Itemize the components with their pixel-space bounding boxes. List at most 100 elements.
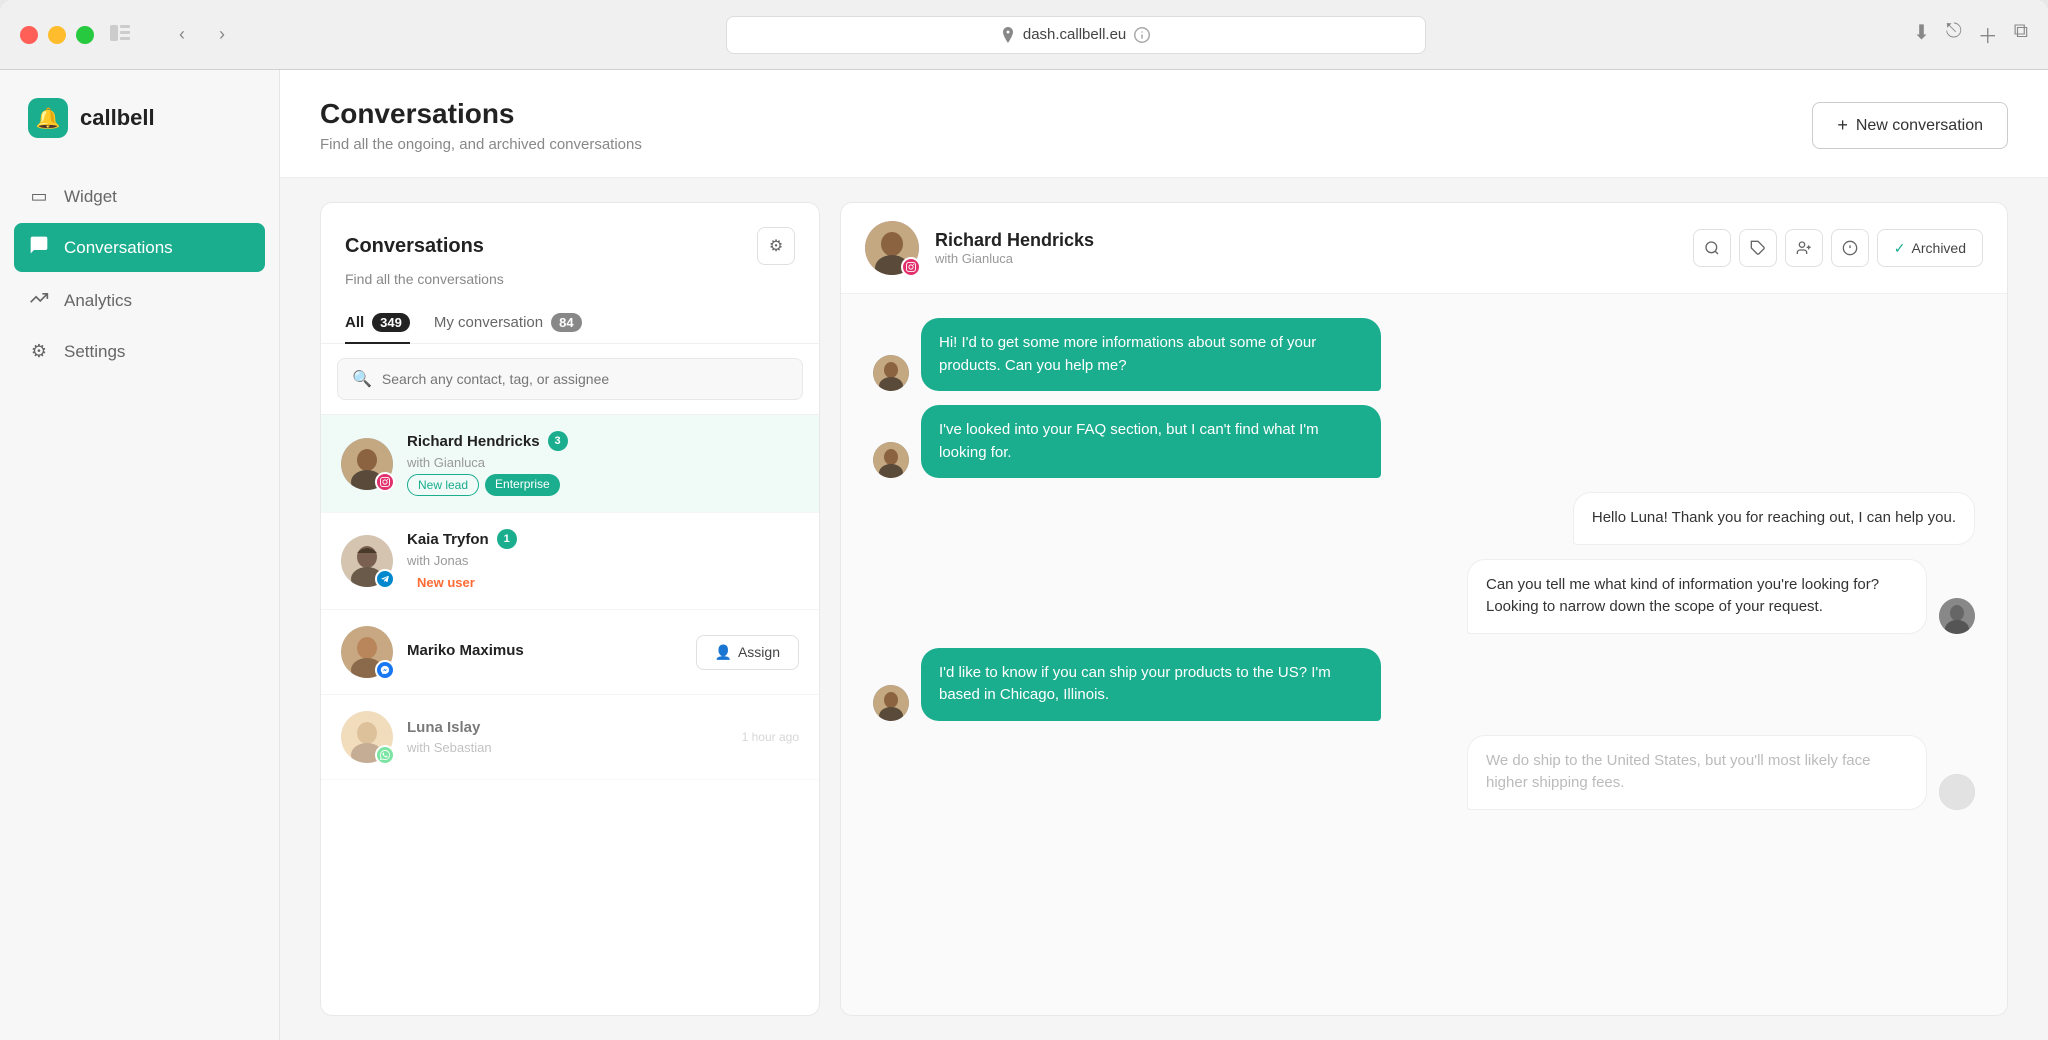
new-conversation-button[interactable]: + New conversation [1812, 102, 2008, 149]
conv-item-tags-richard: New lead Enterprise [407, 474, 799, 496]
message-row-m2: I've looked into your FAQ section, but I… [873, 405, 1975, 478]
page-header: Conversations Find all the ongoing, and … [280, 70, 2048, 178]
tab-my-count: 84 [551, 313, 581, 332]
tabs-icon[interactable]: ⧉ [2014, 20, 2028, 49]
message-row-m6: We do ship to the United States, but you… [873, 735, 1975, 810]
traffic-light-green[interactable] [76, 26, 94, 44]
archived-button[interactable]: ✓ Archived [1877, 229, 1983, 267]
conv-item-info-kaia: Kaia Tryfon 1 with Jonas New user [407, 529, 799, 593]
message-bubble-m2: I've looked into your FAQ section, but I… [921, 405, 1381, 478]
message-bubble-m5: I'd like to know if you can ship your pr… [921, 648, 1381, 721]
widget-icon: ▭ [28, 186, 50, 207]
page-subtitle: Find all the ongoing, and archived conve… [320, 136, 642, 153]
conv-item-richard[interactable]: Richard Hendricks 3 with Gianluca New le… [321, 415, 819, 513]
unread-badge-kaia: 1 [497, 529, 517, 549]
conv-panel-title: Conversations [345, 235, 484, 258]
conv-tabs: All 349 My conversation 84 [345, 303, 795, 344]
new-tab-icon[interactable]: ＋ [1978, 20, 1998, 49]
traffic-light-yellow[interactable] [48, 26, 66, 44]
assign-label: Assign [738, 644, 780, 660]
analytics-icon [28, 288, 50, 313]
back-button[interactable]: ‹ [166, 19, 198, 51]
conv-item-tags-kaia: New user [407, 572, 799, 593]
chat-messages: Hi! I'd to get some more informations ab… [841, 294, 2007, 1015]
chat-info-button[interactable] [1831, 229, 1869, 267]
msg-avatar-agent-2 [1939, 774, 1975, 810]
channel-badge-telegram [375, 569, 395, 589]
channel-badge-messenger [375, 660, 395, 680]
tab-my-label: My conversation [434, 314, 543, 331]
sidebar-item-analytics[interactable]: Analytics [14, 276, 265, 325]
conv-settings-button[interactable]: ⚙ [757, 227, 795, 265]
chat-assign-button[interactable] [1785, 229, 1823, 267]
conv-search: 🔍 [321, 344, 819, 415]
conv-item-info-richard: Richard Hendricks 3 with Gianluca New le… [407, 431, 799, 496]
tab-my-conversation[interactable]: My conversation 84 [434, 303, 582, 344]
tag-new-user: New user [407, 572, 485, 593]
message-row-m5: I'd like to know if you can ship your pr… [873, 648, 1975, 721]
new-conversation-label: New conversation [1856, 117, 1983, 135]
channel-badge-instagram [375, 472, 395, 492]
conv-item-kaia[interactable]: Kaia Tryfon 1 with Jonas New user [321, 513, 819, 610]
address-bar: dash.callbell.eu [726, 16, 1426, 54]
message-row-m1: Hi! I'd to get some more informations ab… [873, 318, 1975, 391]
chat-header-info: Richard Hendricks with Gianluca [935, 230, 1677, 266]
assign-button-mariko[interactable]: 👤 Assign [696, 635, 799, 670]
msg-avatar-user-2 [873, 442, 909, 478]
conv-item-name-richard: Richard Hendricks [407, 433, 540, 450]
sidebar-item-widget[interactable]: ▭ Widget [14, 174, 265, 219]
chat-tag-button[interactable] [1739, 229, 1777, 267]
conv-item-name-mariko: Mariko Maximus [407, 642, 524, 659]
avatar-wrap-richard [341, 438, 393, 490]
main-content: Conversations Find all the ongoing, and … [280, 70, 2048, 1040]
conv-panel-header: Conversations ⚙ Find all the conversatio… [321, 203, 819, 344]
chat-contact-sub: with Gianluca [935, 251, 1677, 266]
message-bubble-m1: Hi! I'd to get some more informations ab… [921, 318, 1381, 391]
message-bubble-m3: Hello Luna! Thank you for reaching out, … [1573, 492, 1975, 545]
message-row-m3: Hello Luna! Thank you for reaching out, … [873, 492, 1975, 545]
sidebar: 🔔 callbell ▭ Widget Conversations [0, 70, 280, 1040]
sidebar-item-label-settings: Settings [64, 342, 125, 362]
conv-item-info-luna: Luna Islay with Sebastian [407, 719, 728, 755]
tab-all-count: 349 [372, 313, 410, 332]
tab-all[interactable]: All 349 [345, 303, 410, 344]
tag-new-lead: New lead [407, 474, 479, 496]
conv-item-assignee-kaia: with Jonas [407, 553, 799, 568]
conv-panel-subtitle: Find all the conversations [345, 271, 795, 287]
conv-item-name-luna: Luna Islay [407, 719, 480, 736]
logo: 🔔 callbell [0, 98, 279, 174]
chat-panel: Richard Hendricks with Gianluca [840, 202, 2008, 1016]
assign-person-icon: 👤 [715, 644, 732, 661]
conv-item-info-mariko: Mariko Maximus [407, 642, 682, 663]
tab-all-label: All [345, 314, 364, 331]
conv-item-mariko[interactable]: Mariko Maximus 👤 Assign [321, 610, 819, 695]
conv-item-time-luna: 1 hour ago [742, 730, 799, 744]
conv-item-assignee-luna: with Sebastian [407, 740, 728, 755]
conversation-list: Richard Hendricks 3 with Gianluca New le… [321, 415, 819, 1015]
chat-header: Richard Hendricks with Gianluca [841, 203, 2007, 294]
logo-icon: 🔔 [28, 98, 68, 138]
plus-icon: + [1837, 115, 1848, 136]
url-text: dash.callbell.eu [1023, 26, 1126, 43]
forward-button[interactable]: › [206, 19, 238, 51]
traffic-light-red[interactable] [20, 26, 38, 44]
conv-item-luna[interactable]: Luna Islay with Sebastian 1 hour ago [321, 695, 819, 780]
download-icon[interactable]: ⬇ [1913, 20, 1930, 49]
conv-item-name-kaia: Kaia Tryfon [407, 531, 489, 548]
share-icon[interactable]: ⎋ [1946, 20, 1962, 49]
sidebar-item-conversations[interactable]: Conversations [14, 223, 265, 272]
panels: Conversations ⚙ Find all the conversatio… [280, 178, 2048, 1040]
chat-search-button[interactable] [1693, 229, 1731, 267]
conversation-list-panel: Conversations ⚙ Find all the conversatio… [320, 202, 820, 1016]
avatar-wrap-mariko [341, 626, 393, 678]
nav-items: ▭ Widget Conversations Analyt [0, 174, 279, 374]
search-input[interactable] [382, 371, 788, 387]
sidebar-toggle-btn[interactable] [110, 25, 130, 44]
msg-avatar-user-3 [873, 685, 909, 721]
msg-avatar-user [873, 355, 909, 391]
avatar-wrap-luna [341, 711, 393, 763]
msg-avatar-agent [1939, 598, 1975, 634]
channel-badge-whatsapp [375, 745, 395, 765]
sidebar-item-settings[interactable]: ⚙ Settings [14, 329, 265, 374]
avatar-wrap-kaia [341, 535, 393, 587]
